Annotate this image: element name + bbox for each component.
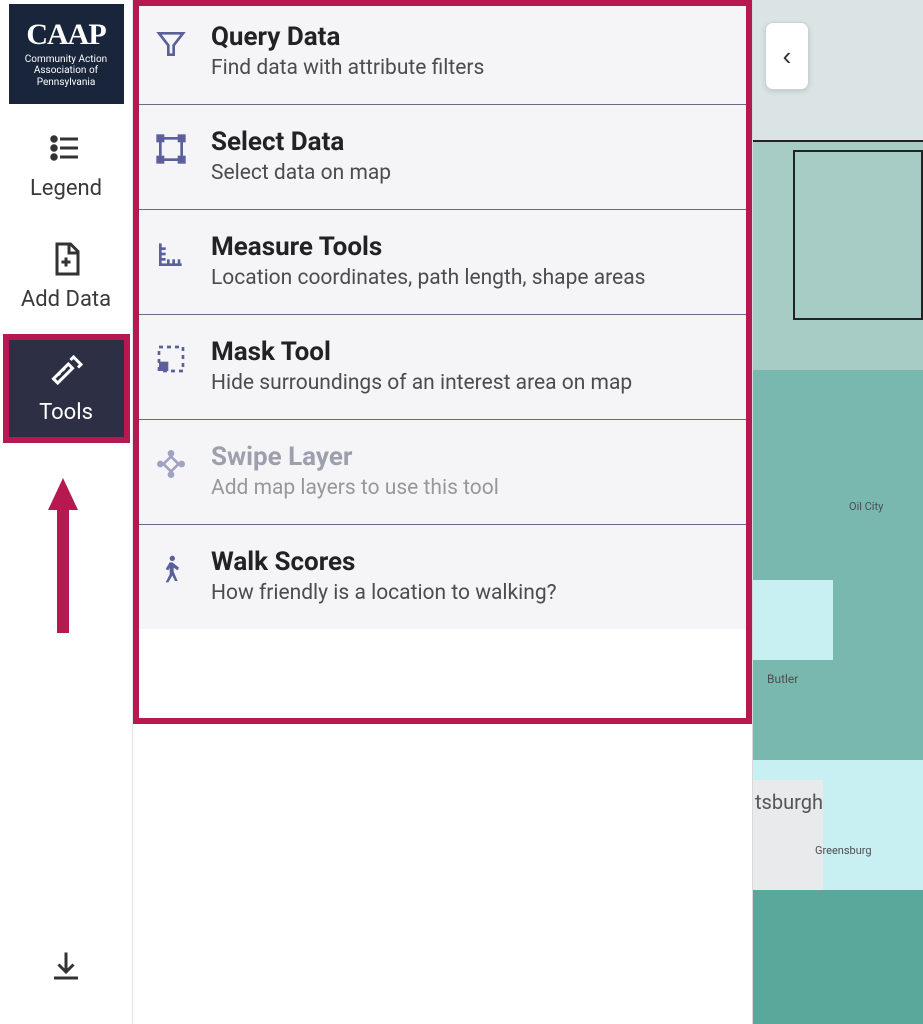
tool-title: Mask Tool [211,337,632,367]
tool-title: Select Data [211,127,391,157]
tool-desc: Add map layers to use this tool [211,476,499,500]
map-canvas[interactable]: Oil City Butler tsburgh Greensburg ‹ [753,0,923,1024]
tools-icon [48,354,84,394]
sidebar-item-label: Tools [39,400,93,425]
sidebar-item-label: Add Data [21,287,111,312]
legend-icon [48,130,84,170]
add-file-icon [48,241,84,281]
tool-item-swipe-layer: Swipe Layer Add map layers to use this t… [133,420,752,525]
map-region [793,150,923,320]
tools-panel: Query Data Find data with attribute filt… [133,0,753,1024]
mask-icon [153,341,189,377]
map-label-greensburg: Greensburg [815,844,872,857]
sidebar-item-tools[interactable]: Tools [9,340,124,437]
tool-desc: How friendly is a location to walking? [211,581,557,605]
tools-list: Query Data Find data with attribute filt… [133,0,752,629]
tool-item-measure-tools[interactable]: Measure Tools Location coordinates, path… [133,210,752,315]
tool-title: Walk Scores [211,547,557,577]
map-label-oil-city: Oil City [849,500,883,513]
tool-item-query-data[interactable]: Query Data Find data with attribute filt… [133,0,752,105]
collapse-panel-button[interactable]: ‹ [765,22,809,90]
download-icon [48,948,84,988]
tool-desc: Hide surroundings of an interest area on… [211,371,632,395]
sidebar-item-legend[interactable]: Legend [0,104,132,215]
map-region [823,740,923,900]
tool-item-select-data[interactable]: Select Data Select data on map [133,105,752,210]
map-region [753,890,923,1024]
callout-arrow-icon [48,478,78,633]
tool-desc: Find data with attribute filters [211,56,484,80]
logo-main-text: CAAP [26,20,105,50]
tool-item-walk-scores[interactable]: Walk Scores How friendly is a location t… [133,525,752,629]
map-label-pittsburgh: tsburgh [755,790,823,814]
tool-title: Swipe Layer [211,442,499,472]
tool-title: Measure Tools [211,232,645,262]
left-rail: CAAP Community Action Association of Pen… [0,0,133,1024]
sidebar-item-download[interactable] [0,936,132,1000]
filter-icon [153,26,189,62]
swipe-icon [153,446,189,482]
select-icon [153,131,189,167]
logo-sub-text: Community Action Association of Pennsylv… [13,54,120,89]
ruler-icon [153,236,189,272]
caap-logo: CAAP Community Action Association of Pen… [9,4,124,104]
tool-desc: Select data on map [211,161,391,185]
tool-item-mask-tool[interactable]: Mask Tool Hide surroundings of an intere… [133,315,752,420]
walk-icon [153,551,189,587]
tool-desc: Location coordinates, path length, shape… [211,266,645,290]
sidebar-item-add-data[interactable]: Add Data [0,215,132,326]
sidebar-item-label: Legend [30,176,102,201]
map-label-butler: Butler [767,672,798,686]
chevron-left-icon: ‹ [783,41,792,72]
tool-title: Query Data [211,22,484,52]
